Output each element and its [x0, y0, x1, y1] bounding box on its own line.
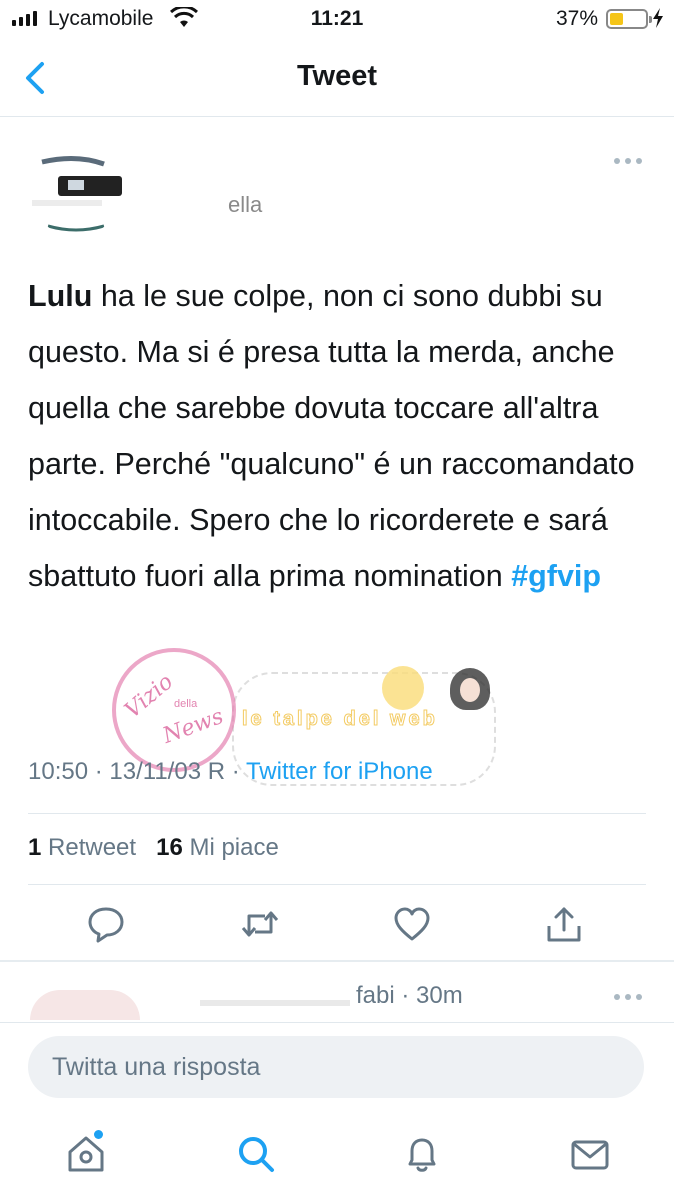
tweet-body: ha le sue colpe, non ci sono dubbi su qu… [28, 279, 635, 593]
retweet-icon [241, 911, 279, 937]
watermark-seal-line1: Vizio [120, 669, 179, 724]
divider [28, 884, 646, 885]
tweet-time: 10:50 [28, 758, 89, 785]
meta-separator: · [94, 758, 103, 785]
watermark-seal-line3: News [159, 704, 227, 749]
divider [0, 1022, 674, 1023]
reply-input[interactable] [28, 1036, 644, 1098]
retweet-button[interactable] [240, 904, 280, 944]
tweet-text: Lulu ha le sue colpe, non ci sono dubbi … [28, 268, 648, 604]
likes-count: 16 [156, 834, 183, 861]
tab-messages[interactable] [568, 1132, 612, 1176]
tab-notifications[interactable] [400, 1132, 444, 1176]
notifications-bell-icon [408, 1138, 436, 1172]
like-button[interactable] [392, 904, 432, 944]
retweets-count: 1 [28, 834, 42, 861]
tweet-source-link[interactable]: Twitter for iPhone [246, 758, 433, 785]
messages-envelope-icon [571, 1140, 609, 1170]
tweet-date: 13/11/03 R [109, 758, 226, 785]
likes-stat[interactable]: 16 Mi piace [156, 834, 279, 861]
share-button[interactable] [544, 904, 584, 944]
share-icon [547, 907, 581, 942]
navigation-bar: Tweet [0, 40, 674, 117]
tweet-meta: 10:50 · 13/11/03 R · Twitter for iPhone [28, 758, 433, 786]
charging-bolt-icon [653, 8, 663, 28]
battery-percent: 37% [555, 7, 598, 30]
tweet-detail-screen: Lycamobile 11:21 37% Tweet ella Lulu ha … [0, 0, 674, 1200]
retweets-label: Retweet [48, 834, 137, 861]
reply-author-name [200, 1000, 350, 1006]
page-title: Tweet [296, 60, 378, 92]
watermark-seal-line2: della [174, 698, 198, 710]
reply-button[interactable] [86, 904, 126, 944]
search-icon [239, 1137, 274, 1172]
divider [28, 813, 646, 814]
avatar[interactable] [28, 140, 124, 236]
more-horizontal-icon[interactable] [612, 154, 644, 168]
battery-icon [606, 9, 652, 29]
watermark-banner: le talpe del web [242, 708, 438, 731]
more-horizontal-icon[interactable] [612, 990, 644, 1004]
cartoon-girl-dark-icon [450, 668, 490, 710]
reply-time: fabi · 30m [356, 982, 463, 1009]
tweet-stats: 1 Retweet 16 Mi piace [28, 834, 279, 862]
hashtag-link[interactable]: #gfvip [511, 559, 601, 593]
tweet-header: ella [0, 120, 674, 250]
author-handle[interactable]: ella [228, 192, 262, 218]
heart-icon [394, 907, 430, 941]
cartoon-girl-icon [382, 666, 424, 710]
reply-avatar [30, 990, 140, 1020]
retweets-stat[interactable]: 1 Retweet [28, 834, 136, 861]
status-bar: Lycamobile 11:21 37% [0, 0, 674, 40]
tweet-mention[interactable]: Lulu [28, 279, 92, 313]
watermark-seal [112, 648, 236, 772]
home-notification-dot [94, 1130, 103, 1139]
tab-search[interactable] [234, 1132, 278, 1176]
comment-icon [88, 907, 124, 943]
reply-preview[interactable]: fabi · 30m [0, 962, 674, 1022]
tweet-actions [0, 900, 674, 952]
meta-separator: · [231, 758, 240, 785]
avatar-image [28, 140, 124, 236]
tab-bar [0, 1118, 674, 1200]
likes-label: Mi piace [189, 834, 279, 861]
tab-home[interactable] [64, 1132, 108, 1176]
home-icon [68, 1136, 104, 1172]
